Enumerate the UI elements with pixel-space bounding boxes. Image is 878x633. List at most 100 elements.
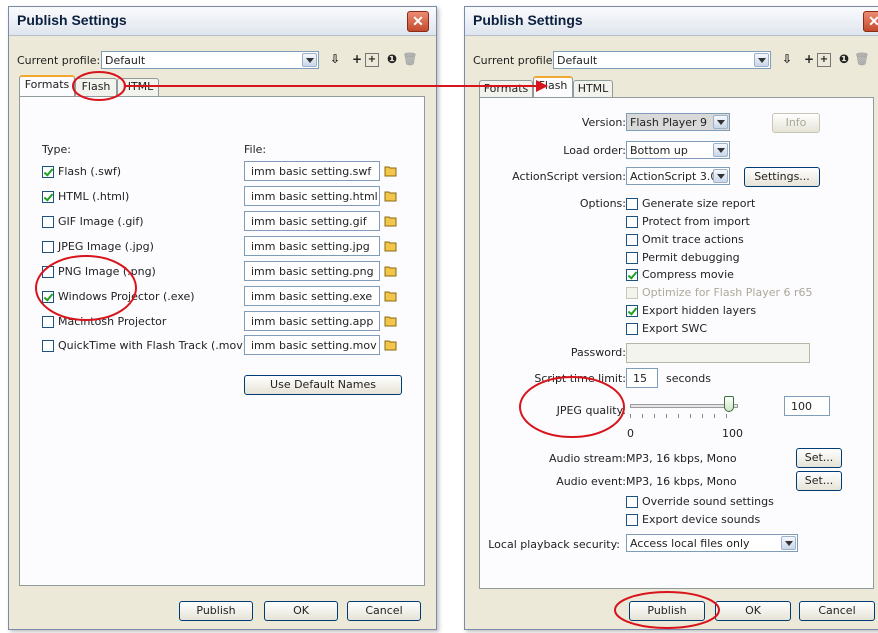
load-order-chevron-down-icon[interactable] <box>713 143 728 157</box>
folder-icon[interactable] <box>384 289 398 303</box>
password-field[interactable] <box>626 343 810 363</box>
format-checkbox[interactable] <box>42 266 54 278</box>
format-type-label: HTML (.html) <box>58 190 130 203</box>
actionscript-select[interactable]: ActionScript 3.0 <box>626 167 730 185</box>
use-default-names-button[interactable]: Use Default Names <box>244 375 402 395</box>
format-type-label: JPEG Image (.jpg) <box>58 240 154 253</box>
right-cancel-button[interactable]: Cancel <box>799 601 875 621</box>
export-device-sounds-checkbox[interactable] <box>626 514 638 526</box>
right-add-profile-icon[interactable]: + <box>801 51 817 67</box>
right-profile-select[interactable]: Default <box>553 51 771 69</box>
format-file-field[interactable]: imm basic setting.app <box>244 311 380 331</box>
folder-icon[interactable] <box>384 164 398 178</box>
right-title-bar: Publish Settings ✕ <box>465 7 878 36</box>
right-close-icon[interactable]: ✕ <box>863 11 878 32</box>
format-checkbox[interactable] <box>42 316 54 328</box>
right-tab-flash[interactable]: Flash <box>533 76 573 97</box>
actionscript-label: ActionScript version: <box>512 170 626 183</box>
settings-button[interactable]: Settings... <box>744 167 820 187</box>
right-profile-chevron-down-icon[interactable] <box>754 53 769 67</box>
folder-icon[interactable] <box>384 338 398 352</box>
left-tab-flash[interactable]: Flash <box>75 78 117 96</box>
version-chevron-down-icon[interactable] <box>713 115 728 129</box>
format-file-field[interactable]: imm basic setting.exe <box>244 286 380 306</box>
option-checkbox[interactable] <box>626 287 638 299</box>
option-label: Permit debugging <box>642 251 740 264</box>
format-file-field[interactable]: imm basic setting.png <box>244 261 380 281</box>
load-order-label: Load order: <box>563 144 626 157</box>
format-checkbox[interactable] <box>42 191 54 203</box>
folder-icon[interactable] <box>384 264 398 278</box>
jpeg-slider-track[interactable] <box>630 404 738 408</box>
left-publish-button[interactable]: Publish <box>179 601 253 621</box>
right-delete-profile-icon[interactable]: 🗑 <box>854 51 870 67</box>
actionscript-chevron-down-icon[interactable] <box>713 169 728 183</box>
format-file-field[interactable]: imm basic setting.jpg <box>244 236 380 256</box>
right-dialog-title: Publish Settings <box>473 12 583 28</box>
format-checkbox[interactable] <box>42 291 54 303</box>
format-type-label: Flash (.swf) <box>58 165 122 178</box>
override-sound-checkbox[interactable] <box>626 496 638 508</box>
script-time-limit-field[interactable]: 15 <box>626 368 658 388</box>
audio-event-set-button[interactable]: Set... <box>796 471 842 491</box>
left-current-profile-label: Current profile: <box>17 54 101 67</box>
format-checkbox[interactable] <box>42 216 54 228</box>
right-tab-formats[interactable]: Formats <box>479 80 533 98</box>
option-checkbox[interactable] <box>626 305 638 317</box>
right-tab-html[interactable]: HTML <box>573 80 613 98</box>
option-label: Optimize for Flash Player 6 r65 <box>642 286 813 299</box>
folder-icon[interactable] <box>384 189 398 203</box>
format-file-field[interactable]: imm basic setting.swf <box>244 161 380 181</box>
format-type-label: PNG Image (.png) <box>58 265 156 278</box>
left-add-profile-icon[interactable]: + <box>349 51 365 67</box>
option-label: Generate size report <box>642 197 756 210</box>
left-tab-html[interactable]: HTML <box>117 78 159 96</box>
option-checkbox[interactable] <box>626 234 638 246</box>
type-header: Type: <box>42 143 71 156</box>
jpeg-quality-field[interactable]: 100 <box>784 396 830 416</box>
version-select[interactable]: Flash Player 9 <box>626 113 730 131</box>
left-profile-chevron-down-icon[interactable] <box>302 53 317 67</box>
option-label: Protect from import <box>642 215 750 228</box>
format-checkbox[interactable] <box>42 241 54 253</box>
left-duplicate-profile-icon[interactable]: + <box>365 53 379 67</box>
left-close-icon[interactable]: ✕ <box>407 11 429 32</box>
folder-icon[interactable] <box>384 214 398 228</box>
left-delete-profile-icon[interactable]: 🗑 <box>402 51 418 67</box>
right-import-export-icon[interactable]: ⇩ <box>779 51 795 67</box>
right-info-icon[interactable]: ❶ <box>836 51 852 67</box>
left-import-export-icon[interactable]: ⇩ <box>327 51 343 67</box>
right-ok-button[interactable]: OK <box>715 601 791 621</box>
left-profile-select[interactable]: Default <box>101 51 319 69</box>
info-button[interactable]: Info <box>772 113 820 133</box>
format-checkbox[interactable] <box>42 340 54 352</box>
option-checkbox[interactable] <box>626 198 638 210</box>
right-publish-settings-dialog: Publish Settings ✕ Current profile: Defa… <box>464 6 878 630</box>
options-label: Options: <box>579 197 626 210</box>
left-tab-formats[interactable]: Formats <box>19 75 75 96</box>
left-ok-button[interactable]: OK <box>264 601 338 621</box>
seconds-label: seconds <box>666 372 711 385</box>
option-checkbox[interactable] <box>626 216 638 228</box>
format-file-field[interactable]: imm basic setting.gif <box>244 211 380 231</box>
audio-event-label: Audio event: <box>556 475 626 488</box>
format-file-field[interactable]: imm basic setting.html <box>244 186 380 206</box>
folder-icon[interactable] <box>384 314 398 328</box>
local-playback-chevron-down-icon[interactable] <box>781 536 796 550</box>
folder-icon[interactable] <box>384 239 398 253</box>
option-checkbox[interactable] <box>626 252 638 264</box>
left-info-icon[interactable]: ❶ <box>384 51 400 67</box>
load-order-select[interactable]: Bottom up <box>626 141 730 159</box>
format-checkbox[interactable] <box>42 166 54 178</box>
audio-event-value: MP3, 16 kbps, Mono <box>626 475 737 488</box>
local-playback-select[interactable]: Access local files only <box>626 534 798 552</box>
right-publish-button[interactable]: Publish <box>629 601 705 621</box>
left-cancel-button[interactable]: Cancel <box>347 601 421 621</box>
audio-stream-set-button[interactable]: Set... <box>796 448 842 468</box>
option-checkbox[interactable] <box>626 323 638 335</box>
jpeg-slider-ticks <box>630 414 738 418</box>
format-file-field[interactable]: imm basic setting.mov <box>244 335 380 355</box>
jpeg-slider-thumb[interactable] <box>724 396 734 412</box>
right-duplicate-profile-icon[interactable]: + <box>817 53 831 67</box>
option-checkbox[interactable] <box>626 269 638 281</box>
